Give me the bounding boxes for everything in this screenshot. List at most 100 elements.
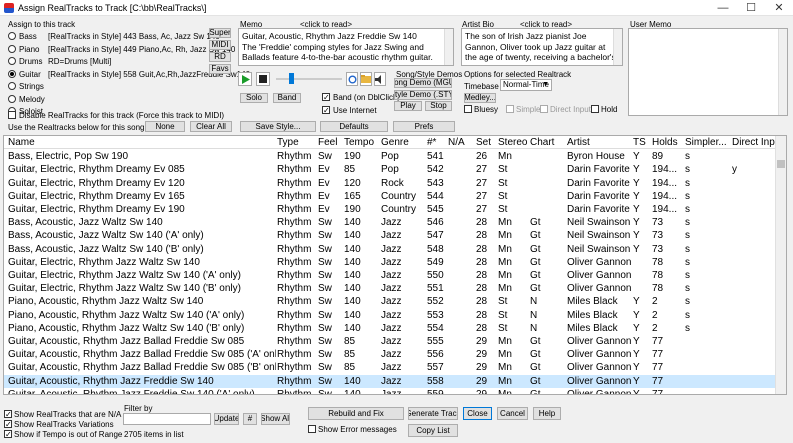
hash-button[interactable]: #	[243, 413, 257, 425]
use-internet-checkbox[interactable]: ✓	[322, 106, 330, 115]
column-header[interactable]: TS	[633, 136, 651, 149]
rebuild-button[interactable]: Rebuild and Fix	[308, 407, 404, 420]
table-row[interactable]: Guitar, Electric, Rhythm Jazz Waltz Sw 1…	[4, 269, 776, 282]
generate-track-button[interactable]: Generate Track	[408, 407, 458, 420]
solo-button[interactable]: Solo	[240, 93, 268, 103]
demo-stop-button[interactable]: Stop	[425, 101, 452, 111]
table-row[interactable]: Guitar, Acoustic, Rhythm Jazz Ballad Fre…	[4, 348, 776, 361]
table-row[interactable]: Bass, Acoustic, Jazz Waltz Sw 140 Rhythm S…	[4, 216, 776, 229]
simpler-checkbox[interactable]	[506, 105, 514, 113]
column-header[interactable]: Tempo	[344, 136, 380, 149]
loop-icon[interactable]	[346, 72, 358, 86]
maximize-button[interactable]: ☐	[737, 0, 765, 16]
table-row[interactable]: Piano, Acoustic, Rhythm Jazz Waltz Sw 14…	[4, 295, 776, 308]
band-dblclick-checkbox[interactable]: ✓	[322, 93, 330, 102]
table-cell: 77	[652, 388, 664, 395]
column-header[interactable]: Set	[476, 136, 497, 149]
column-header[interactable]: Artist	[567, 136, 632, 149]
clear-all-button[interactable]: Clear All	[190, 121, 232, 132]
table-row[interactable]: Guitar, Electric, Rhythm Jazz Waltz Sw 1…	[4, 256, 776, 269]
save-style-button[interactable]: Save Style...	[240, 121, 316, 132]
bluesy-checkbox[interactable]	[464, 105, 472, 113]
volume-slider-thumb[interactable]	[289, 73, 294, 84]
artist-bio-text[interactable]: The son of Irish Jazz pianist Joe Gannon…	[461, 28, 623, 66]
column-header[interactable]: N/A	[448, 136, 475, 149]
table-cell: Sw	[318, 336, 332, 347]
table-scroll-thumb[interactable]	[777, 160, 785, 168]
style-demo-button[interactable]: Style Demo (.STY)	[394, 90, 452, 100]
demo-play-button[interactable]: Play	[394, 101, 422, 111]
memo-text[interactable]: Guitar, Acoustic, Rhythm Jazz Freddie Sw…	[238, 28, 454, 66]
timebase-select[interactable]: Normal-Time ▼	[500, 79, 552, 91]
table-row[interactable]: Bass, Acoustic, Jazz Waltz Sw 140 ('B' o…	[4, 243, 776, 256]
column-header[interactable]: Stereo	[498, 136, 529, 149]
cancel-button[interactable]: Cancel	[497, 407, 528, 420]
table-row[interactable]: Guitar, Electric, Rhythm Dreamy Ev 120 Rh…	[4, 177, 776, 190]
table-row[interactable]: Piano, Acoustic, Rhythm Jazz Waltz Sw 14…	[4, 309, 776, 322]
folder-icon[interactable]	[360, 72, 372, 86]
column-header[interactable]: Holds	[652, 136, 684, 149]
table-row[interactable]: Guitar, Electric, Rhythm Dreamy Ev 085 Rh…	[4, 163, 776, 176]
track-radio-strings[interactable]	[8, 82, 16, 90]
table-row[interactable]: Guitar, Acoustic, Rhythm Jazz Freddie Sw…	[4, 374, 776, 388]
table-row[interactable]: Guitar, Electric, Rhythm Dreamy Ev 165 Rh…	[4, 190, 776, 203]
rd-button[interactable]: RD	[209, 52, 231, 62]
column-header[interactable]: Type	[277, 136, 317, 149]
track-radio-piano[interactable]	[8, 44, 16, 53]
medley-button[interactable]: Medley...	[464, 93, 496, 103]
user-memo-scrollbar[interactable]	[778, 29, 787, 115]
artist-bio-scrollbar[interactable]	[613, 29, 622, 65]
column-header[interactable]: Name	[8, 136, 276, 149]
show-all-button[interactable]: Show All	[261, 413, 290, 425]
track-radio-drums[interactable]	[8, 57, 16, 65]
disable-realtracks-checkbox[interactable]	[8, 111, 16, 119]
track-radio-bass[interactable]	[8, 32, 16, 40]
update-button[interactable]: Update	[214, 413, 239, 425]
direct-input-checkbox[interactable]	[540, 105, 548, 113]
stop-icon[interactable]	[256, 72, 270, 86]
close-window-button[interactable]: ✕	[765, 0, 793, 16]
table-row[interactable]: Piano, Acoustic, Rhythm Jazz Waltz Sw 14…	[4, 322, 776, 335]
memo-scrollbar[interactable]	[444, 29, 453, 65]
band-button[interactable]: Band	[273, 93, 301, 103]
column-header[interactable]: Direct Input A	[732, 136, 776, 149]
track-radio-guitar[interactable]	[8, 69, 16, 78]
table-row[interactable]: Bass, Electric, Pop Sw 190 Rhythm Sw 190 Pop…	[4, 150, 776, 163]
column-header[interactable]: Feel	[318, 136, 343, 149]
super-button[interactable]: Super	[209, 28, 231, 38]
show-na-checkbox[interactable]: ✓	[4, 410, 12, 419]
song-demo-button[interactable]: Song Demo (MGU)	[394, 78, 452, 88]
column-header[interactable]: Genre	[381, 136, 426, 149]
minimize-button[interactable]: —	[709, 0, 737, 16]
hold-checkbox[interactable]	[591, 105, 599, 113]
show-tempo-checkbox[interactable]: ✓	[4, 430, 12, 439]
table-cell: Miles Black	[567, 309, 618, 321]
help-button[interactable]: Help	[533, 407, 561, 420]
table-scrollbar[interactable]	[775, 136, 786, 394]
speaker-icon[interactable]	[374, 72, 386, 86]
table-row[interactable]: Bass, Acoustic, Jazz Waltz Sw 140 ('A' o…	[4, 229, 776, 242]
table-row[interactable]: Guitar, Acoustic, Rhythm Jazz Ballad Fre…	[4, 361, 776, 374]
table-row[interactable]: Guitar, Electric, Rhythm Jazz Waltz Sw 1…	[4, 282, 776, 295]
track-radio-melody[interactable]	[8, 94, 16, 103]
column-header[interactable]: Simpler...	[685, 136, 731, 149]
column-header[interactable]: Chart	[530, 136, 566, 149]
table-cell: Rhythm	[277, 375, 312, 387]
column-header[interactable]: #*	[427, 136, 447, 149]
filter-input[interactable]	[123, 413, 211, 425]
show-variations-checkbox[interactable]: ✓	[4, 420, 12, 429]
show-errors-checkbox[interactable]	[308, 425, 316, 433]
defaults-button[interactable]: Defaults	[320, 121, 388, 132]
favs-button[interactable]: Favs	[209, 64, 231, 74]
volume-slider-track[interactable]	[276, 78, 342, 80]
copy-list-button[interactable]: Copy List	[408, 424, 458, 437]
prefs-button[interactable]: Prefs	[393, 121, 455, 132]
close-button[interactable]: Close	[463, 407, 492, 420]
midi-button[interactable]: MIDI	[209, 40, 231, 50]
play-icon[interactable]	[238, 72, 252, 86]
table-row[interactable]: Guitar, Electric, Rhythm Dreamy Ev 190 Rh…	[4, 203, 776, 216]
table-row[interactable]: Guitar, Acoustic, Rhythm Jazz Ballad Fre…	[4, 335, 776, 348]
table-row[interactable]: Guitar, Acoustic, Rhythm Jazz Freddie Sw…	[4, 388, 776, 395]
none-button[interactable]: None	[145, 121, 185, 132]
user-memo-textarea[interactable]	[628, 28, 788, 116]
